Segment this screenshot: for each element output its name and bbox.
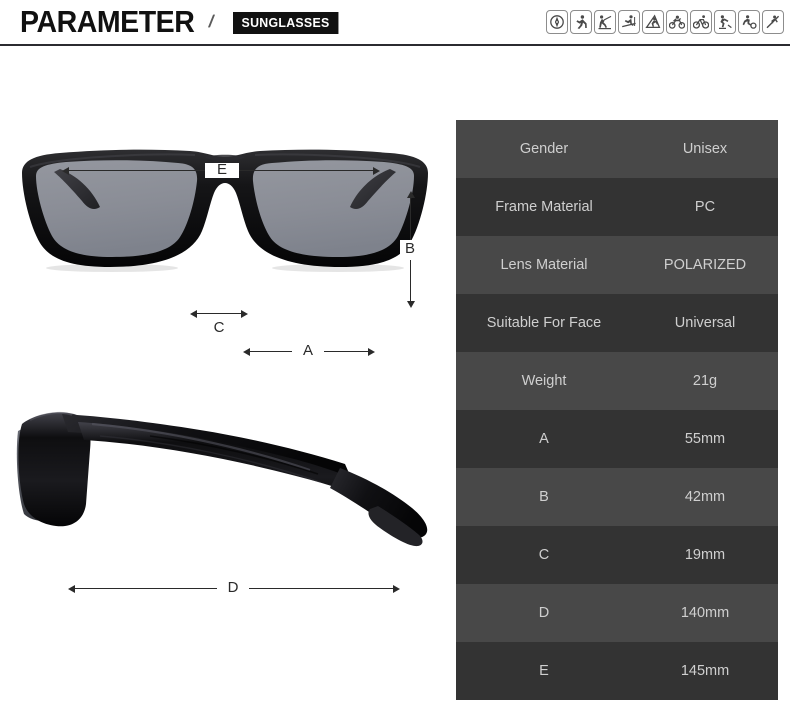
sport-icon-strip (546, 10, 784, 34)
sunglasses-side-view (16, 411, 428, 547)
spec-key: B (539, 489, 549, 505)
spec-key: Frame Material (495, 199, 593, 215)
table-row: B 42mm (456, 468, 778, 526)
page-header: PARAMETER / SUNGLASSES (0, 0, 790, 46)
soccer-icon (738, 10, 760, 34)
spec-key: D (538, 605, 550, 621)
skiing-icon (618, 10, 640, 34)
product-image-area: E B C A D (0, 46, 450, 725)
climbing-icon (642, 10, 664, 34)
golf-icon (594, 10, 616, 34)
running-icon (570, 10, 592, 34)
specification-table: Gender Unisex Frame Material PC Lens Mat… (456, 120, 778, 700)
table-row: A 55mm (456, 410, 778, 468)
spec-key: Weight (521, 373, 567, 389)
spec-value: PC (694, 199, 716, 215)
compass-icon (546, 10, 568, 34)
spec-value: 42mm (684, 489, 726, 505)
spec-value: 19mm (684, 547, 726, 563)
spec-key: C (538, 547, 550, 563)
spec-key: E (539, 663, 549, 679)
table-row: Gender Unisex (456, 120, 778, 178)
spec-value: 55mm (684, 431, 726, 447)
table-row: Suitable For Face Universal (456, 294, 778, 352)
category-badge: SUNGLASSES (233, 12, 339, 34)
header-separator: / (207, 12, 216, 31)
motocross-icon (666, 10, 688, 34)
dimension-label-a: A (302, 342, 313, 359)
dimension-label-e: E (216, 161, 227, 178)
spec-value: Universal (674, 315, 736, 331)
snowboarding-icon (762, 10, 784, 34)
spec-value: 145mm (680, 663, 730, 679)
page-title: PARAMETER (20, 4, 195, 39)
table-row: Weight 21g (456, 352, 778, 410)
table-row: D 140mm (456, 584, 778, 642)
spec-key: Lens Material (500, 257, 588, 273)
dimension-label-d: D (227, 579, 239, 596)
skating-icon (714, 10, 736, 34)
spec-value: POLARIZED (663, 257, 747, 273)
table-row: C 19mm (456, 526, 778, 584)
spec-value: 140mm (680, 605, 730, 621)
spec-value: Unisex (682, 141, 728, 157)
table-row: Frame Material PC (456, 178, 778, 236)
table-row: E 145mm (456, 642, 778, 700)
dimension-arrow-c (190, 309, 248, 318)
spec-key: Gender (519, 141, 569, 157)
table-row: Lens Material POLARIZED (456, 236, 778, 294)
spec-value: 21g (692, 373, 718, 389)
dimension-label-b: B (404, 240, 415, 257)
cycling-icon (690, 10, 712, 34)
spec-key: A (539, 431, 549, 447)
dimension-label-c: C (213, 319, 225, 336)
spec-key: Suitable For Face (486, 315, 602, 331)
